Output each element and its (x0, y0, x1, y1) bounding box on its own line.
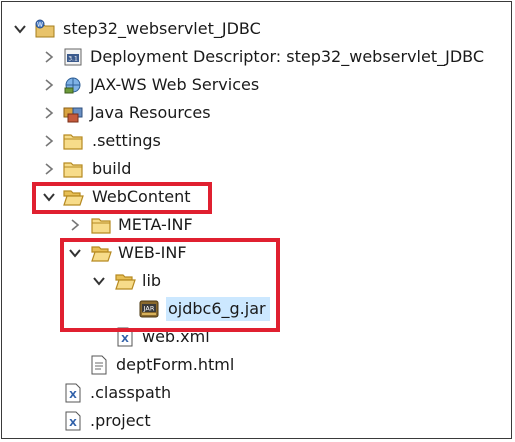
xml-file-icon: X (65, 383, 81, 403)
tree-item-label: META-INF (118, 215, 193, 234)
project-folder-icon: W (35, 19, 55, 38)
tree-item-settings[interactable]: .settings (2, 128, 507, 154)
tree-item-deptform-html[interactable]: deptForm.html (2, 352, 507, 378)
tree-item-meta-inf[interactable]: META-INF (2, 212, 507, 238)
tree-item-build[interactable]: build (2, 156, 507, 182)
folder-icon (63, 134, 83, 150)
html-file-icon (91, 355, 107, 375)
chevron-right-icon[interactable] (42, 78, 56, 92)
tree-item-classpath[interactable]: X .classpath (2, 380, 507, 406)
deployment-descriptor-icon: 3.1 (64, 48, 82, 66)
chevron-right-icon[interactable] (42, 134, 56, 148)
tree-item-label: build (92, 159, 132, 178)
folder-icon (63, 162, 83, 178)
tree-item-java-resources[interactable]: Java Resources (2, 100, 507, 126)
chevron-down-icon[interactable] (13, 22, 27, 36)
chevron-right-icon[interactable] (42, 162, 56, 176)
svg-text:X: X (69, 418, 77, 429)
web-services-icon (64, 77, 81, 94)
tree-item-label: .settings (92, 131, 161, 150)
annotation-box-webcontent (32, 182, 212, 214)
chevron-right-icon[interactable] (42, 50, 56, 64)
annotation-box-web-inf (60, 238, 280, 332)
svg-text:3.1: 3.1 (68, 56, 78, 63)
tree-item-label: deptForm.html (116, 355, 235, 374)
java-resources-icon (63, 107, 83, 123)
tree-item-label: .project (90, 411, 151, 430)
svg-text:W: W (37, 22, 43, 29)
svg-text:X: X (69, 390, 77, 401)
chevron-right-icon[interactable] (42, 106, 56, 120)
folder-icon (91, 218, 111, 234)
project-explorer-panel: W step32_webservlet_JDBC 3.1 Deployment … (1, 1, 512, 439)
tree-item-project-file[interactable]: X .project (2, 408, 507, 434)
tree-item-label: JAX-WS Web Services (90, 75, 260, 94)
tree-item-deployment-descriptor[interactable]: 3.1 Deployment Descriptor: step32_webser… (2, 44, 507, 70)
tree-item-label: Java Resources (90, 103, 211, 122)
chevron-right-icon[interactable] (68, 218, 82, 232)
svg-text:X: X (121, 334, 129, 345)
xml-file-icon: X (65, 411, 81, 431)
tree-item-label: .classpath (90, 383, 172, 402)
tree-item-label: step32_webservlet_JDBC (63, 19, 261, 38)
tree-item-project[interactable]: W step32_webservlet_JDBC (2, 16, 507, 42)
tree-item-jax-ws-web-services[interactable]: JAX-WS Web Services (2, 72, 507, 98)
tree-item-label: Deployment Descriptor: step32_webservlet… (90, 47, 485, 66)
